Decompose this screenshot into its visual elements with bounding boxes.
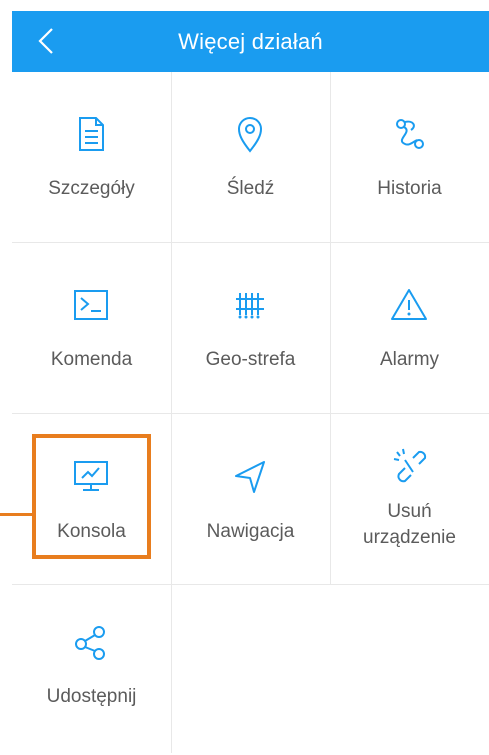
action-alarms[interactable]: Alarmy [330,243,489,413]
action-label: Komenda [50,349,133,370]
action-command[interactable]: Komenda [12,243,171,413]
action-track[interactable]: Śledź [171,72,330,242]
highlight-pointer-line [0,513,32,516]
document-icon [79,117,104,151]
actions-grid: Szczegóły Śledź Historia Komenda Geo-str… [12,72,489,753]
page-title: Więcej działań [178,28,323,54]
location-pin-icon [237,117,263,153]
action-navigation[interactable]: Nawigacja [171,414,330,584]
geofence-icon [236,293,264,319]
navigation-arrow-icon [235,461,265,493]
action-label: Udostępnij [46,686,137,707]
action-history[interactable]: Historia [330,72,489,242]
action-details[interactable]: Szczegóły [12,72,171,242]
terminal-icon [74,290,108,320]
action-remove-device[interactable]: Usuń urządzenie [330,414,489,584]
action-label: Geo-strefa [205,349,296,370]
warning-icon [391,289,427,320]
highlight-box [32,434,151,559]
action-label: Szczegóły [48,178,135,199]
action-geofence[interactable]: Geo-strefa [171,243,330,413]
action-label-line1: Usuń [387,501,432,522]
route-icon [396,119,424,149]
action-label: Historia [377,178,442,199]
chevron-left-icon[interactable] [36,26,56,56]
unlink-icon [393,448,427,483]
action-label: Alarmy [379,349,440,370]
share-icon [75,626,105,660]
header-bar: Więcej działań [12,11,489,72]
action-label: Nawigacja [206,521,295,542]
action-label-line2: urządzenie [363,527,456,548]
action-label: Śledź [226,178,275,199]
action-share[interactable]: Udostępnij [12,585,171,755]
